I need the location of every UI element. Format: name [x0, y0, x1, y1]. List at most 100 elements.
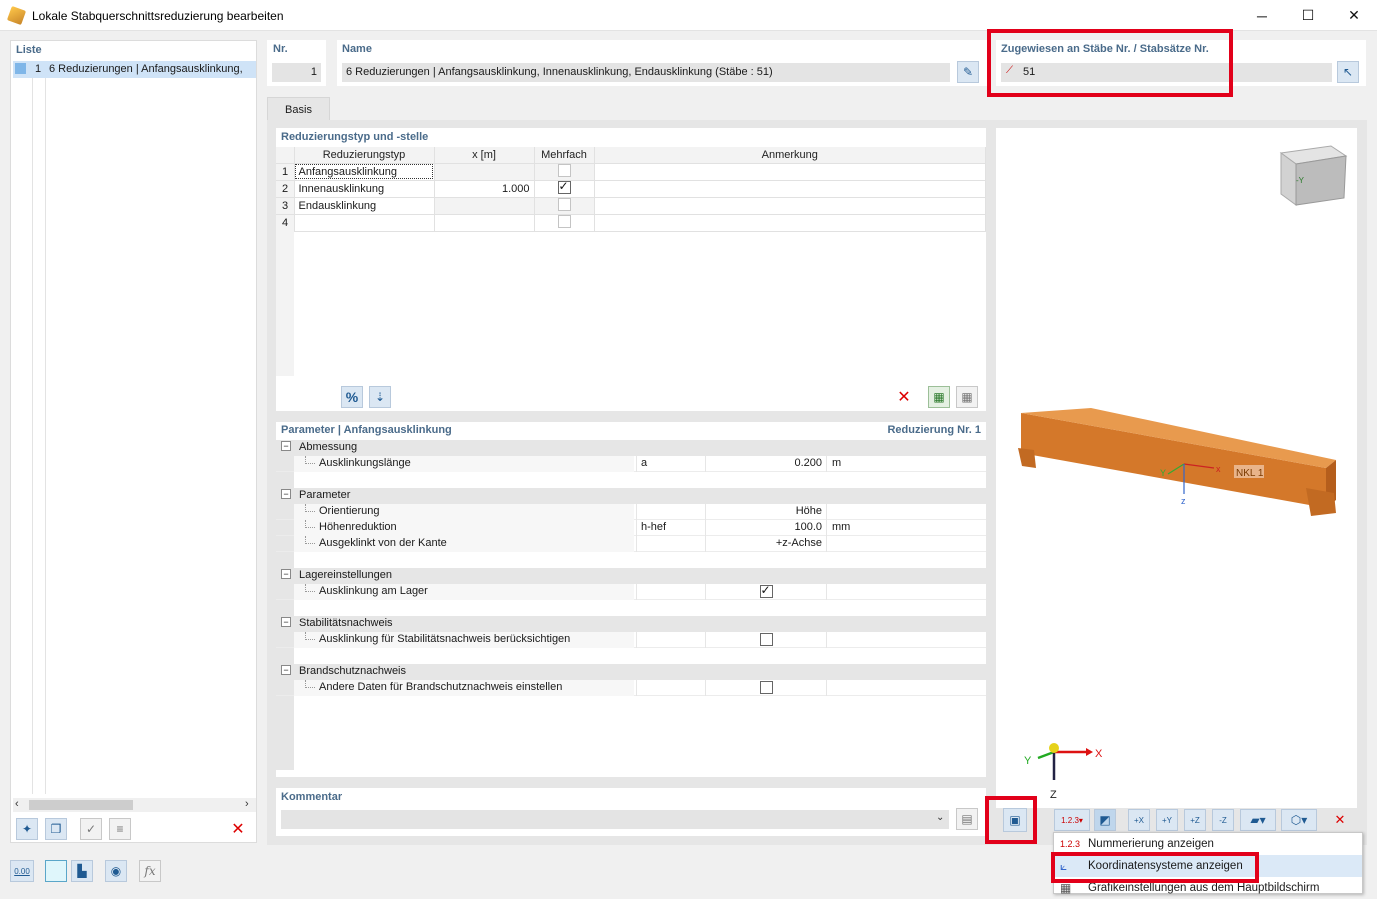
render-toggle-icon[interactable]: ◩: [1094, 809, 1116, 831]
param-value[interactable]: Höhe: [706, 504, 826, 520]
highlight-view-settings: [985, 796, 1037, 844]
param-symbol: [636, 536, 706, 552]
cell-type[interactable]: [294, 214, 435, 232]
export-excel-icon[interactable]: ▦: [928, 386, 950, 408]
delete-item-icon[interactable]: ✕: [227, 818, 249, 840]
view-minus-z-button[interactable]: -Z: [1212, 809, 1234, 831]
table-row[interactable]: 3 Endausklinkung: [276, 197, 986, 215]
multi-checkbox[interactable]: [557, 197, 571, 211]
cell-x[interactable]: 1.000: [434, 180, 535, 198]
param-checkbox-cell[interactable]: [706, 632, 826, 648]
view3d-canvas[interactable]: -Y NKL 1 x Y z X Y Z: [996, 128, 1357, 808]
horizontal-scrollbar[interactable]: ‹ ›: [13, 798, 256, 812]
display-icon[interactable]: ◉: [105, 860, 127, 882]
param-row[interactable]: Orientierung Höhe: [276, 504, 986, 520]
param-checkbox-cell[interactable]: [706, 583, 826, 600]
param-row[interactable]: Höhenreduktion h-hef 100.0 mm: [276, 520, 986, 536]
copy-item-icon[interactable]: ❐: [45, 818, 67, 840]
reductions-panel: Reduzierungstyp und -stelle Reduzierungs…: [276, 128, 986, 411]
uncheck-icon[interactable]: ≡: [109, 818, 131, 840]
view-z-button[interactable]: +Z: [1184, 809, 1206, 831]
cell-x[interactable]: [434, 214, 535, 232]
param-checkbox-cell[interactable]: [706, 680, 826, 696]
param-row[interactable]: Andere Daten für Brandschutznachweis ein…: [276, 680, 986, 696]
cell-type[interactable]: Innenausklinkung: [294, 180, 435, 198]
table-row[interactable]: 4: [276, 214, 986, 232]
maximize-button[interactable]: ☐: [1285, 0, 1331, 31]
param-value[interactable]: +z-Achse: [706, 536, 826, 552]
multi-checkbox[interactable]: [557, 179, 571, 194]
sort-button[interactable]: ⇣: [369, 386, 391, 408]
param-group-name: Lagereinstellungen: [299, 569, 392, 581]
row-number: 2: [276, 180, 295, 198]
collapse-icon[interactable]: −: [281, 569, 291, 579]
cell-type[interactable]: Endausklinkung: [294, 197, 435, 215]
cell-multi[interactable]: [534, 163, 595, 181]
units-button[interactable]: 0.00: [10, 860, 34, 882]
tree-view-icon[interactable]: ▙: [71, 860, 93, 882]
chevron-down-icon[interactable]: ⌄: [936, 812, 944, 823]
multi-checkbox[interactable]: [557, 214, 571, 228]
close-button[interactable]: ✕: [1331, 0, 1377, 31]
view-x-button[interactable]: +X: [1128, 809, 1150, 831]
scroll-right-icon[interactable]: ›: [245, 798, 249, 810]
param-row[interactable]: Ausgeklinkt von der Kante +z-Achse: [276, 536, 986, 552]
display-mode-dropdown[interactable]: ▰▾: [1240, 809, 1276, 831]
table-row[interactable]: 1 Anfangsausklinkung: [276, 163, 986, 181]
table-row[interactable]: 2 Innenausklinkung 1.000: [276, 179, 986, 198]
cell-note[interactable]: [594, 180, 986, 198]
cell-note[interactable]: [594, 214, 986, 232]
param-checkbox[interactable]: [759, 583, 773, 598]
param-row[interactable]: Ausklinkung für Stabilitätsnachweis berü…: [276, 632, 986, 648]
cell-note[interactable]: [594, 163, 986, 181]
color-button[interactable]: [45, 860, 67, 882]
nr-field[interactable]: 1: [272, 63, 321, 82]
window-title: Lokale Stabquerschnittsreduzierung bearb…: [32, 9, 284, 23]
cell-multi[interactable]: [534, 179, 595, 198]
check-all-icon[interactable]: ✓: [80, 818, 102, 840]
scrollbar-thumb[interactable]: [29, 800, 133, 810]
cell-x[interactable]: [434, 163, 535, 181]
param-checkbox[interactable]: [759, 681, 773, 694]
comment-library-icon[interactable]: ▤: [956, 808, 978, 830]
param-group[interactable]: − Abmessung: [276, 440, 986, 456]
collapse-icon[interactable]: −: [281, 441, 291, 451]
select-members-icon[interactable]: ↖: [1337, 61, 1359, 83]
param-row[interactable]: Ausklinkung am Lager: [276, 583, 986, 600]
new-item-icon[interactable]: ✦: [16, 818, 38, 840]
cell-x[interactable]: [434, 197, 535, 215]
highlight-coordinate-systems: [1051, 852, 1259, 883]
view-y-button[interactable]: +Y: [1156, 809, 1178, 831]
param-checkbox[interactable]: [759, 633, 773, 646]
param-group[interactable]: − Lagereinstellungen: [276, 568, 986, 584]
edit-name-icon[interactable]: ✎: [957, 61, 979, 83]
param-value[interactable]: 0.200: [706, 456, 826, 472]
delete-row-icon[interactable]: ✕: [893, 386, 915, 408]
cell-multi[interactable]: [534, 214, 595, 232]
tab-basis[interactable]: Basis: [267, 97, 330, 121]
reset-view-icon[interactable]: ✕: [1329, 809, 1351, 831]
minimize-button[interactable]: ─: [1239, 0, 1285, 31]
param-group[interactable]: − Brandschutznachweis: [276, 664, 986, 680]
param-group[interactable]: − Parameter: [276, 488, 986, 504]
name-field[interactable]: 6 Reduzierungen | Anfangsausklinkung, In…: [342, 63, 950, 82]
iso-view-dropdown[interactable]: ⬡▾: [1281, 809, 1317, 831]
import-icon[interactable]: ▦: [956, 386, 978, 408]
cell-type[interactable]: Anfangsausklinkung: [294, 163, 435, 181]
collapse-icon[interactable]: −: [281, 617, 291, 627]
param-value[interactable]: 100.0: [706, 520, 826, 536]
comment-field[interactable]: [281, 810, 949, 829]
multi-checkbox[interactable]: [557, 163, 571, 177]
param-row[interactable]: Ausklinkungslänge a 0.200 m: [276, 456, 986, 472]
cell-note[interactable]: [594, 197, 986, 215]
param-group[interactable]: − Stabilitätsnachweis: [276, 616, 986, 632]
collapse-icon[interactable]: −: [281, 665, 291, 675]
list-item[interactable]: 1 6 Reduzierungen | Anfangsausklinkung,: [13, 61, 256, 78]
param-label: Ausgeklinkt von der Kante: [319, 537, 447, 549]
percent-button[interactable]: %: [341, 386, 363, 408]
collapse-icon[interactable]: −: [281, 489, 291, 499]
formula-icon[interactable]: fx: [139, 860, 161, 882]
scroll-left-icon[interactable]: ‹: [15, 798, 19, 810]
numbering-dropdown[interactable]: 1.2.3 ▾: [1054, 809, 1090, 831]
cell-multi[interactable]: [534, 197, 595, 215]
